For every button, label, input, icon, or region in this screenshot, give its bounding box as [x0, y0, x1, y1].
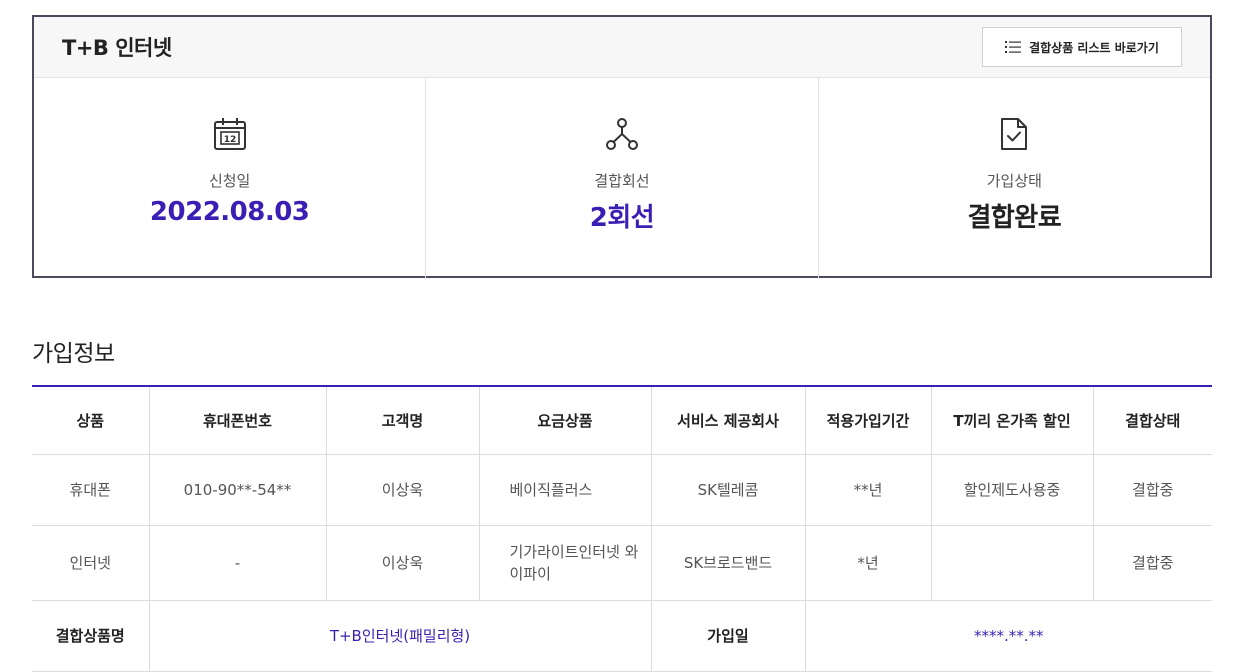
header-customer: 고객명: [326, 386, 480, 455]
cell-product: 휴대폰: [32, 454, 150, 526]
cell-customer: 이상욱: [326, 454, 480, 526]
header-phone: 휴대폰번호: [149, 386, 327, 455]
svg-text:12: 12: [223, 135, 236, 145]
calendar-icon: 12: [212, 116, 248, 152]
cell-plan: 기가라이트인터넷 와이파이: [479, 525, 652, 601]
cell-family-discount: 할인제도사용중: [931, 454, 1094, 526]
table-footer-row: 결합상품명 T+B인터넷(패밀리형) 가입일 ****.**.**: [32, 600, 1212, 672]
cell-period: **년: [805, 454, 932, 526]
header-period: 적용가입기간: [805, 386, 932, 455]
cell-customer: 이상욱: [326, 525, 480, 601]
bundle-list-button[interactable]: 결합상품 리스트 바로가기: [982, 27, 1182, 67]
stat-status: 가입상태 결합완료: [819, 78, 1210, 278]
header-status: 결합상태: [1093, 386, 1212, 455]
cell-provider: SK텔레콤: [651, 454, 806, 526]
document-check-icon: [996, 116, 1032, 152]
stat-value: 2회선: [589, 203, 655, 233]
stat-label: 신청일: [208, 172, 251, 190]
stat-apply-date: 12 신청일 2022.08.03: [34, 78, 427, 278]
header-family-discount: T끼리 온가족 할인: [931, 386, 1094, 455]
table-row: 휴대폰 010-90**-54** 이상욱 베이직플러스 SK텔레콤 **년 할…: [32, 454, 1212, 526]
card-header: T+B 인터넷 결합상품 리스트 바로가기: [34, 17, 1210, 78]
cell-status: 결합중: [1093, 454, 1212, 526]
header-provider: 서비스 제공회사: [651, 386, 806, 455]
header-plan: 요금상품: [479, 386, 652, 455]
cell-period: *년: [805, 525, 932, 601]
network-icon: [604, 116, 640, 152]
summary-card: T+B 인터넷 결합상품 리스트 바로가기 12 신청일 2022.08.03 …: [32, 15, 1212, 278]
join-date-label: 가입일: [651, 600, 806, 672]
page-title: T+B 인터넷: [62, 36, 172, 60]
header-product: 상품: [32, 386, 150, 455]
join-info-table: 상품 휴대폰번호 고객명 요금상품 서비스 제공회사 적용가입기간 T끼리 온가…: [32, 385, 1212, 672]
stats-row: 12 신청일 2022.08.03 결합회선 2회선 가입상태 결합완료: [34, 78, 1210, 278]
cell-provider: SK브로드밴드: [651, 525, 806, 601]
stat-label: 가입상태: [986, 172, 1042, 190]
stat-lines: 결합회선 2회선: [426, 78, 819, 278]
cell-product: 인터넷: [32, 525, 150, 601]
section-title: 가입정보: [32, 341, 115, 367]
bundle-list-button-label: 결합상품 리스트 바로가기: [1029, 40, 1159, 55]
stat-value: 2022.08.03: [149, 197, 310, 227]
cell-phone: -: [149, 525, 327, 601]
table-row: 인터넷 - 이상욱 기가라이트인터넷 와이파이 SK브로드밴드 *년 결합중: [32, 525, 1212, 601]
product-name-value: T+B인터넷(패밀리형): [149, 600, 652, 672]
cell-status: 결합중: [1093, 525, 1212, 601]
cell-family-discount: [931, 525, 1094, 601]
cell-plan: 베이직플러스: [479, 454, 652, 526]
table-header-row: 상품 휴대폰번호 고객명 요금상품 서비스 제공회사 적용가입기간 T끼리 온가…: [32, 386, 1212, 455]
join-date-value: ****.**.**: [805, 600, 1212, 672]
cell-phone: 010-90**-54**: [149, 454, 327, 526]
stat-value: 결합완료: [967, 203, 1062, 233]
product-name-label: 결합상품명: [32, 600, 150, 672]
stat-label: 결합회선: [594, 172, 650, 190]
list-icon: [1005, 40, 1022, 54]
